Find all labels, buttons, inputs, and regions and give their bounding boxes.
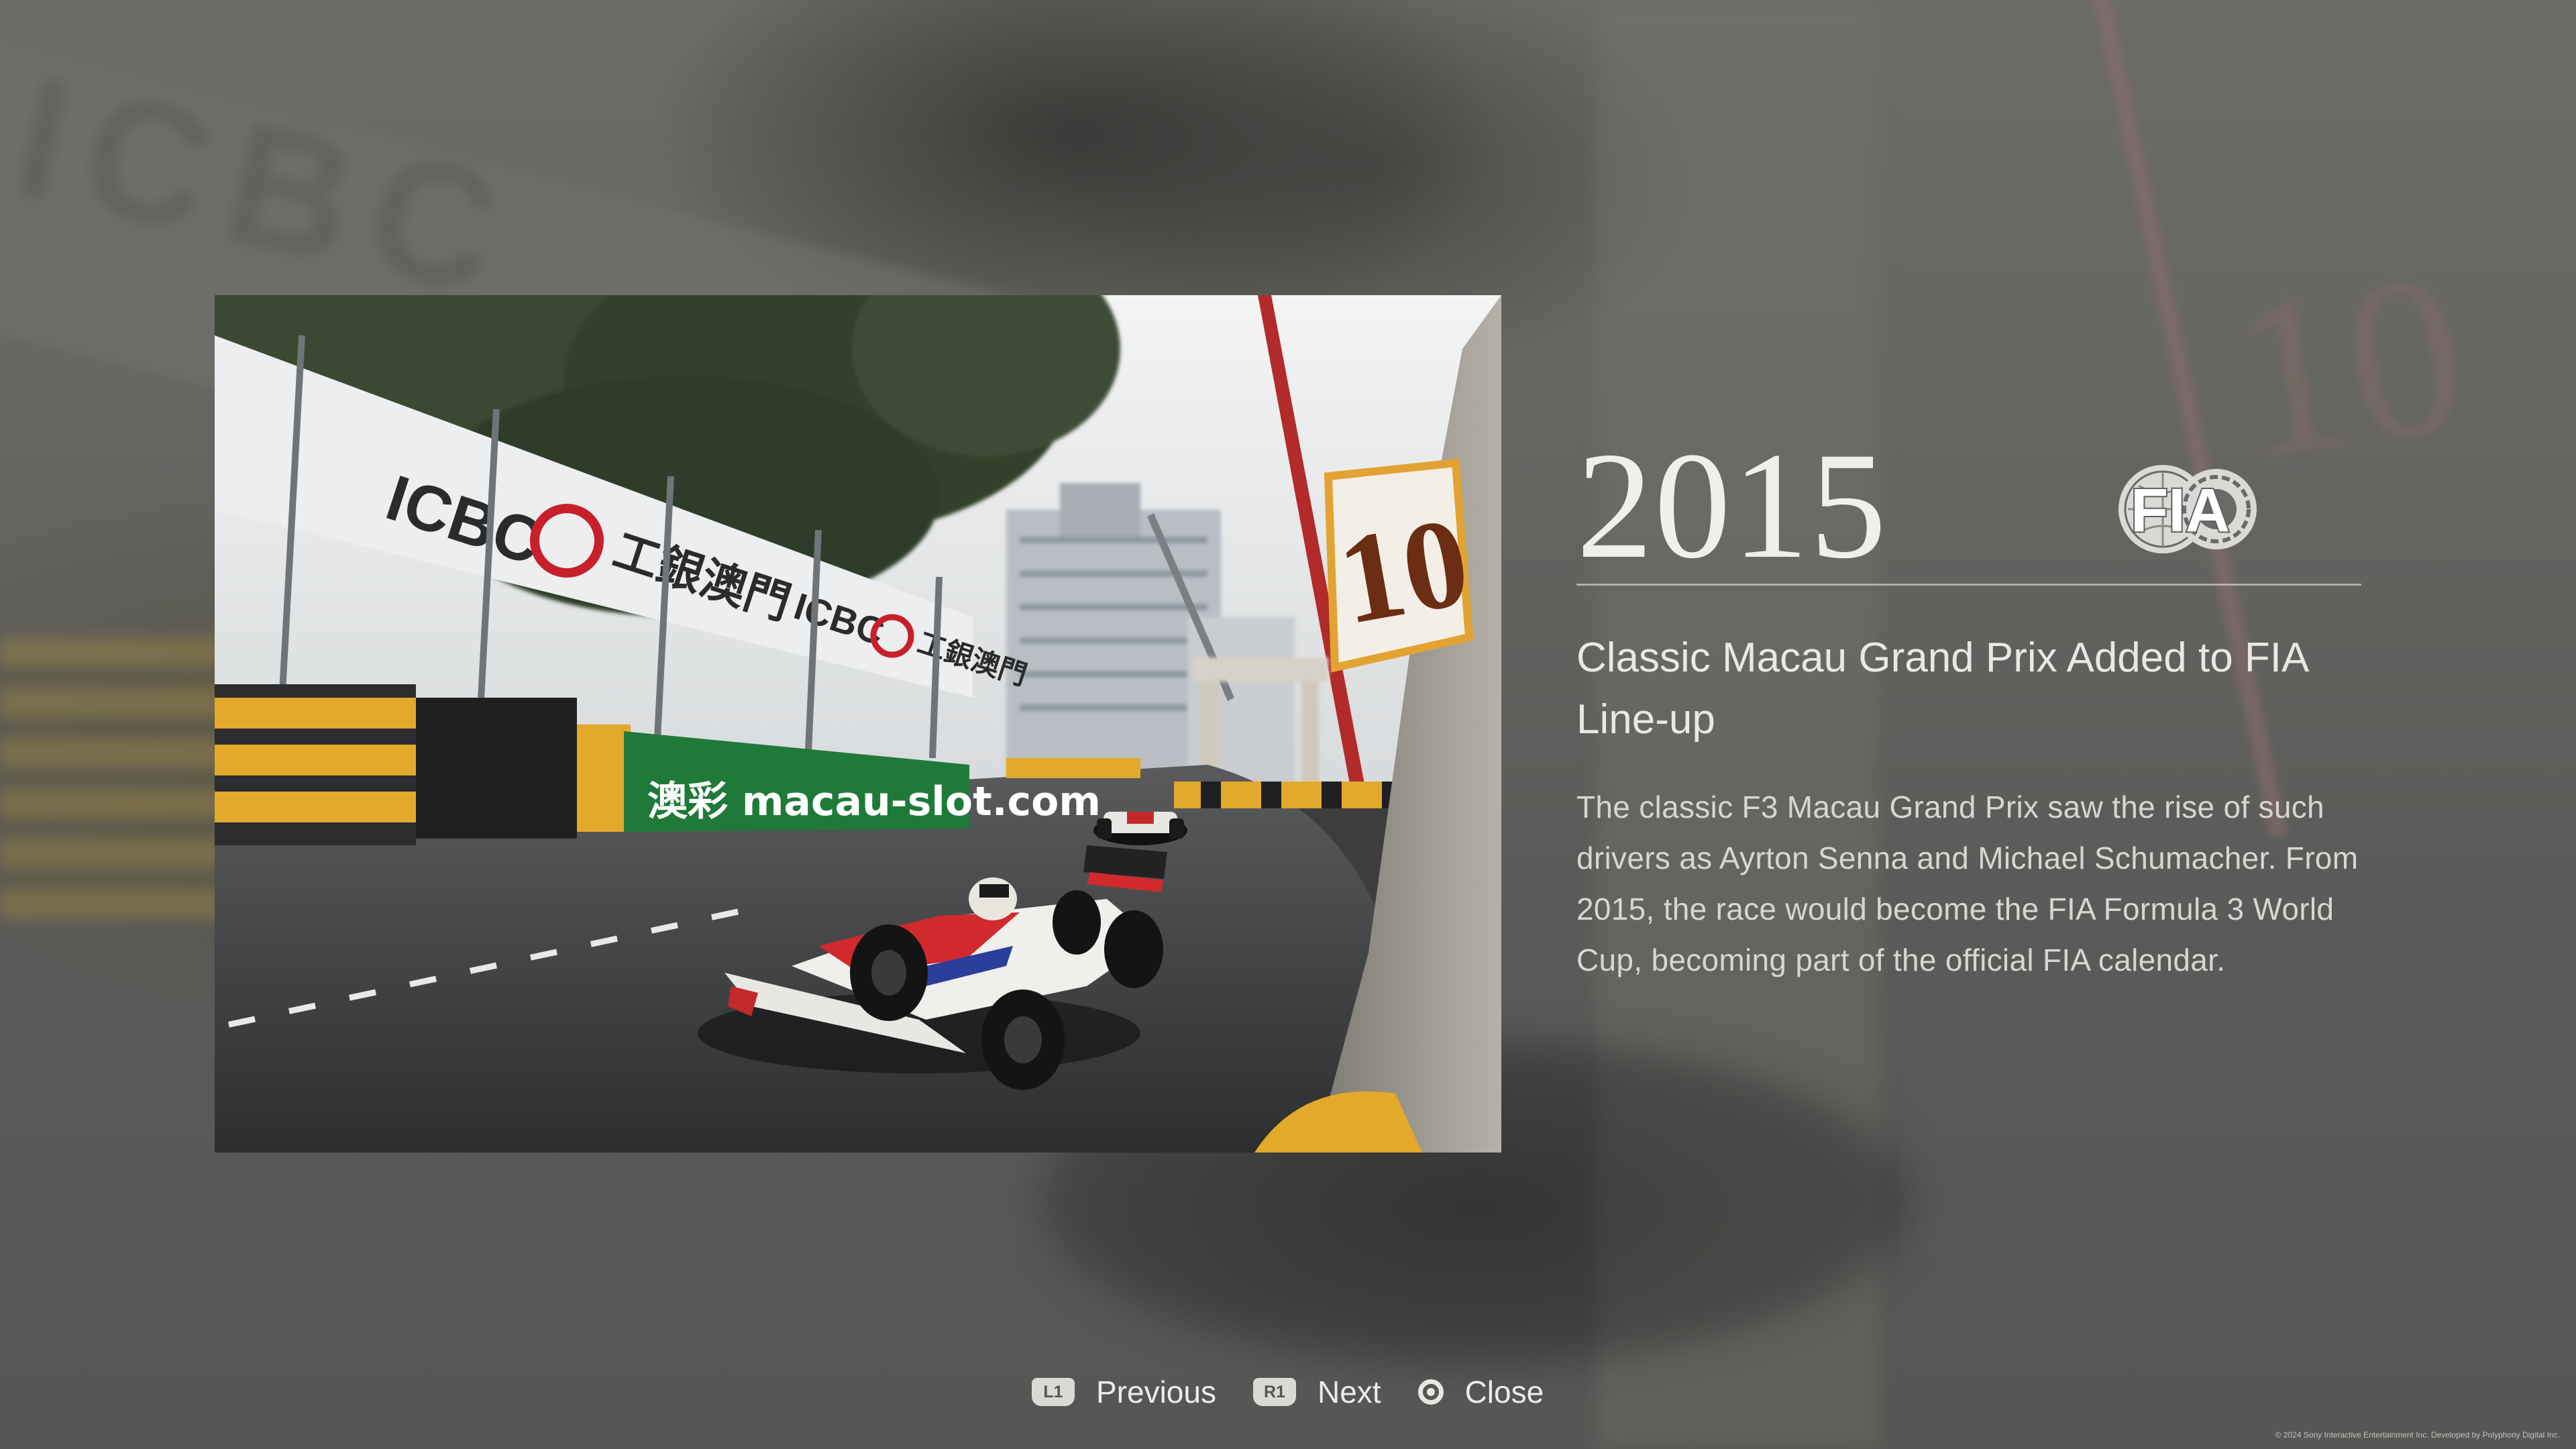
l1-button-icon: L1 [1032, 1378, 1075, 1406]
distant-race-car [1093, 812, 1187, 845]
bottom-button-bar: L1 Previous R1 Next Close [1032, 1368, 1544, 1415]
entry-headline: Classic Macau Grand Prix Added to FIA Li… [1576, 635, 2307, 743]
r1-button-icon: R1 [1252, 1378, 1296, 1406]
green-sign-text: 澳彩 macau-slot.com [647, 778, 1101, 825]
fia-logo-icon: FIA [2118, 465, 2257, 553]
next-button[interactable]: R1 Next [1252, 1374, 1381, 1410]
close-label: Close [1464, 1375, 1544, 1409]
title-divider [1576, 584, 2361, 586]
copyright-notice: © 2024 Sony Interactive Entertainment In… [2275, 1430, 2560, 1440]
history-photo: ICBC 工銀澳門 ICBC 工銀澳門 澳彩 macau-slot.com 10 [215, 295, 1501, 1152]
previous-button[interactable]: L1 Previous [1032, 1374, 1216, 1410]
tyre-barrier [215, 684, 631, 845]
race-photo-illustration: ICBC 工銀澳門 ICBC 工銀澳門 澳彩 macau-slot.com 10 [215, 295, 1501, 1152]
previous-label: Previous [1096, 1375, 1216, 1409]
distance-marker: 10 [1324, 458, 1479, 673]
background-barrier [0, 637, 221, 919]
close-button[interactable]: Close [1417, 1374, 1544, 1410]
fia-logo-text: FIA [2131, 476, 2230, 545]
circle-button-icon [1417, 1379, 1444, 1405]
entry-year: 2015 [1576, 421, 1888, 590]
entry-description: The classic F3 Macau Grand Prix saw the … [1576, 790, 2359, 977]
marker-number: 10 [1329, 491, 1479, 652]
next-label: Next [1317, 1375, 1381, 1409]
